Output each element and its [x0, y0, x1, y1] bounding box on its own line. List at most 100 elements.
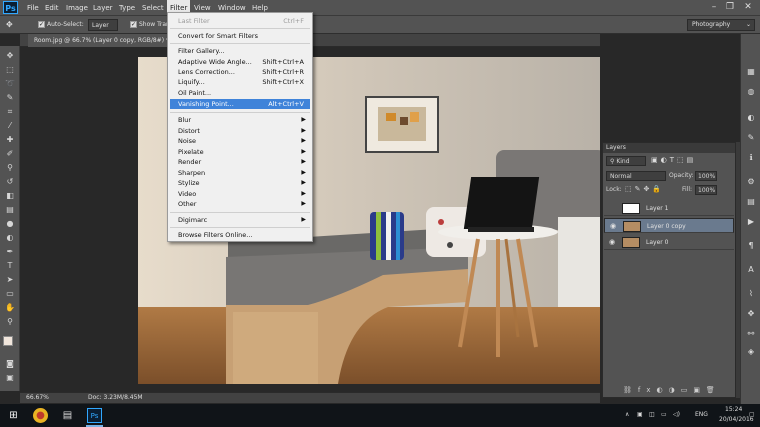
chrome-icon[interactable]: ● — [33, 408, 48, 423]
info-icon[interactable]: ℹ — [745, 152, 757, 164]
filter-kind-dropdown[interactable]: ⚲ Kind — [606, 156, 646, 166]
clock-time[interactable]: 15:24 — [725, 406, 742, 413]
submenu-arrow-icon: ▶ — [301, 148, 306, 155]
eye-icon[interactable]: ◉ — [607, 235, 617, 250]
eraser-tool-icon[interactable]: ◧ — [4, 190, 16, 202]
menu-item-stylize[interactable]: Stylize ▶ — [170, 178, 310, 188]
layers-panel-title[interactable]: Layers — [603, 143, 735, 153]
history-brush-icon[interactable]: ↺ — [4, 176, 16, 188]
volume-icon[interactable]: ◁) — [673, 411, 680, 418]
gradient-tool-icon[interactable]: ▤ — [4, 204, 16, 216]
menu-item-digimarc[interactable]: Digimarc ▶ — [170, 215, 310, 225]
layers-icon[interactable]: ◈ — [745, 346, 757, 358]
tray-chevron-icon[interactable]: ∧ — [625, 411, 629, 418]
styles-icon[interactable]: ▤ — [745, 196, 757, 208]
layer-row[interactable]: Layer 1 — [604, 201, 734, 216]
photoshop-taskbar-icon[interactable]: Ps — [87, 408, 102, 423]
blur-tool-icon[interactable]: ● — [4, 218, 16, 230]
eyedropper-tool-icon[interactable]: ⁄ — [4, 120, 16, 132]
workspace-dropdown[interactable]: Photography ⌄ — [687, 19, 755, 31]
tray-icon[interactable]: ▣ — [637, 411, 643, 418]
menu-separator — [170, 28, 310, 29]
submenu-arrow-icon: ▶ — [301, 190, 306, 197]
type-tool-icon[interactable]: T — [4, 260, 16, 272]
path-select-icon[interactable]: ➤ — [4, 274, 16, 286]
screen-mode-icon[interactable]: ▣ — [4, 372, 16, 384]
menu-item-liquify[interactable]: Liquify... Shift+Ctrl+X — [170, 77, 310, 87]
menu-image[interactable]: Image — [66, 0, 88, 16]
brush-icon[interactable]: ✎ — [745, 132, 757, 144]
menu-layer[interactable]: Layer — [93, 0, 113, 16]
clone-stamp-icon[interactable]: ⚲ — [4, 162, 16, 174]
layer-row[interactable]: ◉ Layer 0 copy — [604, 218, 734, 233]
restore-icon[interactable]: ❐ — [724, 2, 736, 13]
channels-icon[interactable]: ✥ — [745, 308, 757, 320]
paths-icon[interactable]: ⌇ — [745, 288, 757, 300]
menu-item-oil-paint[interactable]: Oil Paint... — [170, 88, 310, 98]
shape-tool-icon[interactable]: ▭ — [4, 288, 16, 300]
foreground-color-swatch[interactable] — [3, 336, 13, 346]
menu-item-lens-correction[interactable]: Lens Correction... Shift+Ctrl+R — [170, 67, 310, 77]
actions-icon[interactable]: ▶ — [745, 216, 757, 228]
timeline-icon[interactable]: ⚯ — [745, 328, 757, 340]
menu-edit[interactable]: Edit — [45, 0, 59, 16]
minimize-icon[interactable]: – — [708, 2, 720, 13]
eye-icon[interactable]: ◉ — [608, 219, 618, 234]
color-icon[interactable]: ◍ — [745, 86, 757, 98]
menu-item-render[interactable]: Render ▶ — [170, 157, 310, 167]
auto-select-dropdown[interactable]: Layer ⌄ — [88, 19, 118, 41]
history-icon[interactable]: ▦ — [745, 66, 757, 78]
layer-row[interactable]: ◉ Layer 0 — [604, 235, 734, 250]
pen-tool-icon[interactable]: ✒ — [4, 246, 16, 258]
properties-icon[interactable]: ⚙ — [745, 176, 757, 188]
menu-item-distort[interactable]: Distort ▶ — [170, 126, 310, 136]
layer-filter-icons[interactable]: ▣◐T⬚▤ — [651, 156, 696, 164]
menu-item-blur[interactable]: Blur ▶ — [170, 115, 310, 125]
menu-item-convert-smart-filters[interactable]: Convert for Smart Filters — [170, 31, 310, 41]
zoom-level[interactable]: 66.67% — [26, 393, 49, 403]
layer-actions-bar[interactable]: ⛓fx◐◑▭▣🗑 — [623, 386, 721, 394]
opacity-input[interactable]: 100% — [695, 171, 717, 181]
brush-tool-icon[interactable]: ✐ — [4, 148, 16, 160]
menu-item-filter-gallery[interactable]: Filter Gallery... — [170, 46, 310, 56]
windows-start-icon[interactable]: ⊞ — [6, 408, 21, 423]
right-panel-dock: ▦ ◍ ◐ ✎ ℹ ⚙ ▤ ▶ ¶ A ⌇ ✥ ⚯ ◈ — [740, 34, 760, 404]
menu-type[interactable]: Type — [119, 0, 135, 16]
menu-item-vanishing-point[interactable]: Vanishing Point... Alt+Ctrl+V — [170, 99, 310, 109]
menu-item-adaptive-wide-angle[interactable]: Adaptive Wide Angle... Shift+Ctrl+A — [170, 57, 310, 67]
close-icon[interactable]: ✕ — [742, 2, 754, 13]
dodge-tool-icon[interactable]: ◐ — [4, 232, 16, 244]
menu-item-video[interactable]: Video ▶ — [170, 189, 310, 199]
lasso-tool-icon[interactable]: ➰ — [4, 78, 16, 90]
menu-item-sharpen[interactable]: Sharpen ▶ — [170, 168, 310, 178]
language-indicator[interactable]: ENG — [695, 411, 708, 418]
menu-file[interactable]: File — [27, 0, 39, 16]
auto-select-checkbox[interactable]: ✓ Auto-Select: — [38, 19, 84, 31]
battery-icon[interactable]: ▭ — [661, 411, 667, 418]
shortcut: Shift+Ctrl+X — [262, 78, 304, 86]
paragraph-icon[interactable]: ¶ — [745, 240, 757, 252]
menu-select[interactable]: Select — [142, 0, 164, 16]
move-tool-icon[interactable]: ✥ — [6, 19, 13, 31]
healing-brush-icon[interactable]: ✚ — [4, 134, 16, 146]
character-icon[interactable]: A — [745, 264, 757, 276]
move-tool-icon[interactable]: ✥ — [4, 50, 16, 62]
explorer-icon[interactable]: ▤ — [60, 408, 75, 423]
quick-mask-icon[interactable]: ◙ — [4, 358, 16, 370]
lock-icons[interactable]: ⬚✎✥🔒 — [625, 185, 664, 193]
marquee-tool-icon[interactable]: ⬚ — [4, 64, 16, 76]
fill-input[interactable]: 100% — [695, 185, 717, 195]
zoom-tool-icon[interactable]: ⚲ — [4, 316, 16, 328]
network-icon[interactable]: ◫ — [649, 411, 655, 418]
adjustments-icon[interactable]: ◐ — [745, 112, 757, 124]
menu-item-other[interactable]: Other ▶ — [170, 199, 310, 209]
notifications-icon[interactable]: ▢ — [749, 411, 755, 418]
menu-item-noise[interactable]: Noise ▶ — [170, 136, 310, 146]
menu-item-browse-filters[interactable]: Browse Filters Online... — [170, 230, 310, 240]
blend-mode-dropdown[interactable]: Normal — [606, 171, 666, 181]
hand-tool-icon[interactable]: ✋ — [4, 302, 16, 314]
menu-item-pixelate[interactable]: Pixelate ▶ — [170, 147, 310, 157]
quick-select-tool-icon[interactable]: ✎ — [4, 92, 16, 104]
document-tab[interactable]: Room.jpg @ 66.7% (Layer 0 copy, RGB/8#) … — [28, 34, 175, 47]
crop-tool-icon[interactable]: ⌗ — [4, 106, 16, 118]
